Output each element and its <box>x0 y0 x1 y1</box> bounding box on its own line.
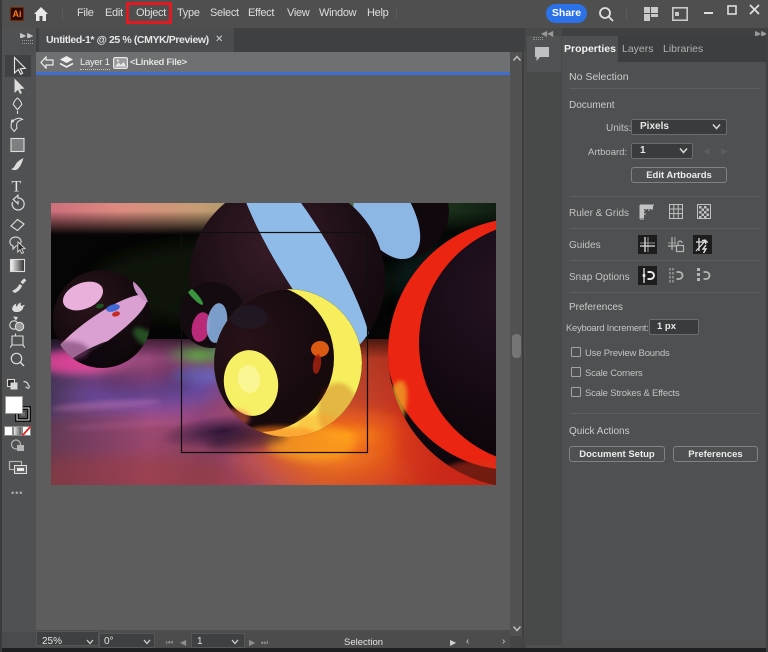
svg-text:T: T <box>12 179 22 196</box>
